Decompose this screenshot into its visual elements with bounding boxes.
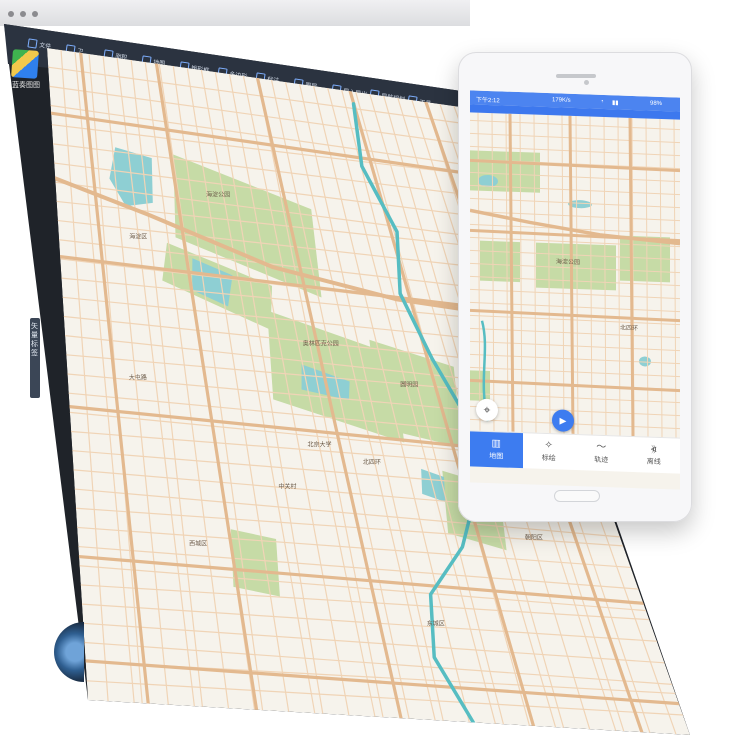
nav-item-label: 标绘 [541,454,556,462]
map-label: 北京大学 [307,441,331,449]
map-label: 奥林匹克公园 [303,340,339,348]
phone-map-park [480,240,520,283]
sidebar-tab-label: 矢量标签 [31,323,38,357]
map-label: 圆明园 [400,381,418,388]
locate-button[interactable]: ⌖ [476,398,498,422]
map-label: 朝阳区 [525,533,543,541]
nav-item-label: 地图 [489,452,504,460]
nav-item-map[interactable]: ▥ 地图 [470,431,523,469]
window-minimize-dot[interactable] [20,11,26,17]
sidebar-tab-vector[interactable]: 矢量标签 [30,318,40,398]
phone-bottom-nav: ▥ 地图 ✧ 标绘 〜 轨迹 ⦖ 离线 [470,430,681,474]
phone-speaker [556,74,596,78]
nav-item-label: 轨迹 [594,456,609,464]
window-maximize-dot[interactable] [32,11,38,17]
map-icon: ▥ [491,437,501,449]
browser-title-bar [0,0,470,26]
toolbar-icon[interactable] [27,38,38,49]
nav-item-track[interactable]: 〜 轨迹 [575,435,628,472]
status-network-speed: 179K/s [552,97,571,104]
map-label: 海淀公园 [206,191,230,199]
nav-item-offline[interactable]: ⦖ 离线 [628,437,681,474]
globe-icon[interactable] [54,622,84,682]
map-label: 海淀区 [129,233,147,241]
sparkle-icon: ✧ [544,439,553,451]
nav-item-label: 离线 [646,458,661,466]
map-label: 东城区 [427,619,445,627]
play-icon: ▶ [559,414,567,426]
app-name: 蓝奏图图 [12,82,40,89]
window-close-dot[interactable] [8,11,14,17]
wifi-icon: ◔ [600,98,604,105]
map-label: 西城区 [189,540,207,547]
signal-bars-icon: ▮▮ [612,100,619,107]
navigate-button[interactable]: ▶ [552,409,574,432]
map-label: 北四环 [363,458,381,466]
status-time: 下午2:12 [476,97,500,105]
phone-screen: 海淀公园 北四环 下午2:12 179K/s ◔ ▮▮ 98% ⌖ ▶ ▥ 地图 … [470,90,681,490]
phone-map-land [470,90,680,490]
map-label: 中关村 [278,482,296,490]
crosshair-icon: ⌖ [483,402,491,417]
track-icon: 〜 [596,441,607,453]
phone-device: 海淀公园 北四环 下午2:12 179K/s ◔ ▮▮ 98% ⌖ ▶ ▥ 地图 … [458,52,692,522]
signal-icon: ⦖ [650,443,657,455]
nav-item-plot[interactable]: ✧ 标绘 [523,433,576,470]
phone-camera [584,80,589,85]
phone-map-canvas[interactable]: 海淀公园北四环 [470,90,680,490]
phone-home-button[interactable] [554,490,600,502]
map-label: 大屯路 [129,374,147,382]
status-battery: 98% [650,100,663,108]
app-logo-icon [11,49,39,79]
